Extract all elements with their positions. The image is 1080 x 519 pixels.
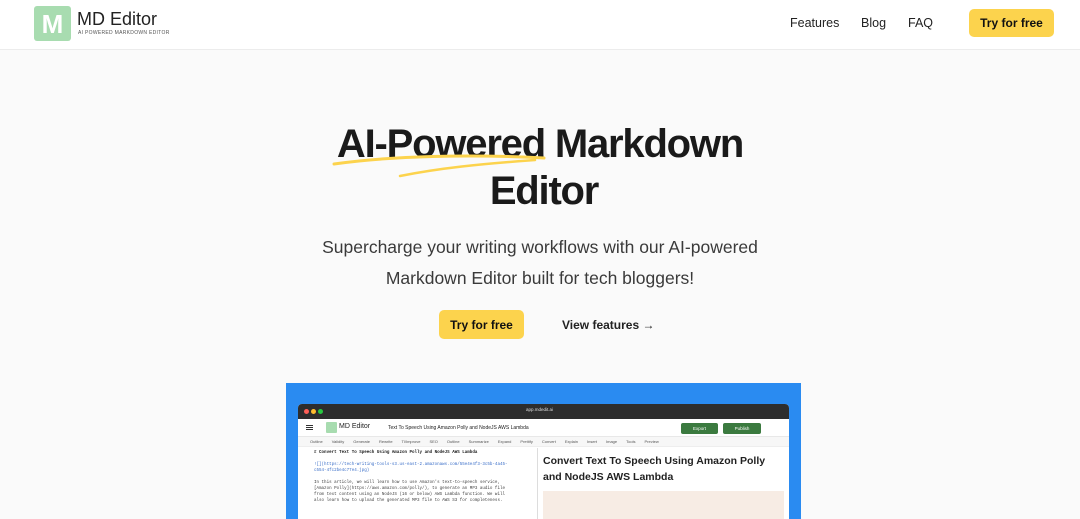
- toolbar-item[interactable]: Convert: [542, 439, 556, 444]
- toolbar-item[interactable]: Rewrite: [379, 439, 393, 444]
- toolbar-item[interactable]: Image: [606, 439, 617, 444]
- preview-title: Convert Text To Speech Using Amazon Poll…: [543, 455, 766, 483]
- app-screenshot: app.mdedit.ai MD Editor Text To Speech U…: [286, 383, 801, 519]
- browser-titlebar: app.mdedit.ai: [298, 404, 789, 419]
- toolbar-item[interactable]: Preview: [644, 439, 658, 444]
- markdown-editor[interactable]: # Convert Text To Speech Using Amazon Po…: [298, 448, 538, 519]
- hero-subtitle-line1: Supercharge your writing workflows with …: [322, 237, 758, 257]
- hero-title-line2: Editor: [489, 169, 600, 213]
- logo-letter: M: [41, 8, 64, 39]
- preview-image: [543, 491, 784, 519]
- app-logo-icon: [326, 422, 337, 433]
- brand-tagline: AI POWERED MARKDOWN EDITOR: [78, 30, 170, 36]
- doc-title: Text To Speech Using Amazon Polly and No…: [388, 425, 529, 431]
- nav-faq[interactable]: FAQ: [908, 16, 933, 30]
- code-line: also learn how to upload the generated M…: [314, 499, 503, 503]
- editor-toolbar: Outline Validity Generate Rewrite Tl/Imp…: [298, 437, 789, 447]
- toolbar-item[interactable]: Explain: [565, 439, 578, 444]
- toolbar-item[interactable]: Outline: [447, 439, 460, 444]
- publish-button[interactable]: Publish: [723, 423, 761, 434]
- markdown-preview: Convert Text To Speech Using Amazon Poll…: [538, 448, 789, 519]
- hero-subtitle-line2: Markdown Editor built for tech bloggers!: [385, 268, 695, 288]
- toolbar-item[interactable]: Insert: [587, 439, 597, 444]
- header-try-free-button[interactable]: Try for free: [969, 9, 1054, 37]
- top-navbar: M MD Editor AI POWERED MARKDOWN EDITOR F…: [0, 0, 1080, 50]
- toolbar-item[interactable]: Validity: [332, 439, 345, 444]
- nav-blog[interactable]: Blog: [861, 16, 886, 30]
- maximize-dot-icon: [318, 409, 323, 414]
- toolbar-item[interactable]: Prettify: [520, 439, 532, 444]
- toolbar-item[interactable]: Expand: [498, 439, 512, 444]
- logo-icon[interactable]: M: [34, 6, 71, 41]
- browser-url: app.mdedit.ai: [526, 407, 554, 412]
- app-header: MD Editor Text To Speech Using Amazon Po…: [298, 419, 789, 437]
- toolbar-item[interactable]: Tl/Improve: [402, 439, 421, 444]
- view-features-link[interactable]: View features →: [562, 318, 654, 332]
- toolbar-item[interactable]: Tools: [626, 439, 635, 444]
- toolbar-item[interactable]: Outline: [310, 439, 323, 444]
- close-dot-icon: [304, 409, 309, 414]
- browser-window: app.mdedit.ai MD Editor Text To Speech U…: [298, 404, 789, 519]
- nav-features[interactable]: Features: [790, 16, 839, 30]
- toolbar-item[interactable]: Summarize: [469, 439, 489, 444]
- toolbar-item[interactable]: Generate: [353, 439, 370, 444]
- app-brand: MD Editor: [339, 423, 371, 430]
- menu-icon: [306, 425, 313, 426]
- export-button[interactable]: Export: [681, 423, 718, 434]
- minimize-dot-icon: [311, 409, 316, 414]
- toolbar-item[interactable]: SEO: [429, 439, 437, 444]
- brand-name[interactable]: MD Editor: [77, 9, 157, 30]
- hero-try-free-button[interactable]: Try for free: [439, 310, 524, 339]
